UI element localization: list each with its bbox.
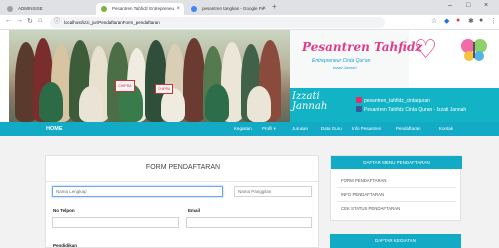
profile-icon[interactable]: ● (479, 17, 483, 24)
home-icon[interactable]: ⌂ (38, 17, 42, 24)
no-telpon-input[interactable] (52, 217, 179, 228)
butterfly-logo-icon (461, 39, 487, 61)
facebook-page[interactable]: Pesantren Tahfidz Cinta Quran - Izzati J… (356, 106, 466, 113)
nav-kontak[interactable]: Kontak (439, 122, 453, 136)
kegiatan-panel-title: DAFTAR KEGIATAN (330, 234, 461, 248)
menu-kebab-icon[interactable]: ⋮ (490, 17, 497, 25)
facebook-icon (356, 106, 362, 112)
nama-panggilan-input[interactable] (234, 186, 312, 197)
browser-tab-admin[interactable]: ADMINISSE (2, 3, 94, 15)
tab-title: Pesantren Tahfidz Entrepreneu (112, 6, 174, 11)
minimize-icon[interactable]: – (448, 2, 452, 9)
site-banner: CHIPRA CHIPRA Pesantren Tahfidz Entrepre… (0, 30, 499, 122)
site-info-icon[interactable]: ⓘ (54, 17, 60, 28)
email-input[interactable] (186, 217, 312, 228)
browser-tab-google[interactable]: pesantren tangkas - Google Pe × (186, 3, 270, 15)
favicon-icon (7, 6, 13, 12)
close-tab-icon[interactable]: × (262, 3, 266, 15)
instagram-handle[interactable]: pesantren_tahfidz_cintaquran (356, 97, 430, 104)
instagram-icon (356, 97, 362, 103)
link-cek-status[interactable]: CEK STATUS PENDAFTARAN (341, 206, 400, 211)
nav-home[interactable]: HOME (46, 122, 63, 136)
group-photo: CHIPRA CHIPRA (9, 30, 290, 122)
registration-form: FORM PENDAFTARAN No Telpon Email Pendidi… (45, 155, 320, 248)
favicon-icon (101, 6, 107, 12)
no-telpon-label: No Telpon (53, 208, 75, 213)
close-tab-icon[interactable]: × (176, 3, 180, 15)
brand-title: Pesantren Tahfidz (302, 40, 423, 54)
back-icon[interactable]: ← (5, 17, 12, 24)
extension-icon[interactable]: ● (456, 17, 460, 24)
email-label: Email (188, 208, 201, 213)
browser-toolbar: ← → ↻ ⌂ ⓘ localhost/izzi_jur/Pendaftaran… (0, 15, 499, 30)
address-bar[interactable]: ⓘ localhost/izzi_jur/PendaftaranForm_pen… (50, 17, 385, 28)
nama-lengkap-input[interactable] (52, 186, 223, 197)
new-tab-icon[interactable]: + (272, 2, 277, 11)
heart-logo-icon: ♡ (414, 34, 438, 64)
nav-profil[interactable]: Profil ▾ (262, 122, 276, 136)
maximize-icon[interactable]: □ (466, 2, 470, 9)
bookmark-star-icon[interactable]: ☆ (431, 17, 437, 25)
divider (46, 181, 320, 182)
brand-tagline-sub: Izzati Jannah (333, 65, 357, 70)
extension-icon[interactable]: ◆ (444, 17, 449, 25)
tab-title: pesantren tangkas - Google Pe (202, 6, 265, 11)
browser-tabbar: ADMINISSE Pesantren Tahfidz Entrepreneu … (0, 0, 499, 15)
forward-icon[interactable]: → (16, 17, 23, 24)
url-text: localhost/izzi_jur/PendaftaranForm_penda… (64, 20, 160, 25)
nav-kegiatan[interactable]: Kegiatan (234, 122, 252, 136)
brand-tagline: Entrepreneur Cinta Qur'an (312, 58, 371, 64)
nav-info-pesantren[interactable]: Info Pesantren (352, 122, 381, 136)
tab-title: ADMINISSE (18, 6, 43, 11)
browser-tab-pesantren[interactable]: Pesantren Tahfidz Entrepreneu × (96, 3, 184, 15)
main-content: FORM PENDAFTARAN No Telpon Email Pendidi… (0, 136, 499, 248)
menu-title: DAFTAR MENU PENDAFTARAN (331, 156, 462, 169)
izzati-jannah-logo: Izzati Jannah (292, 91, 328, 112)
registration-menu: DAFTAR MENU PENDAFTARAN FORM PENDAFTARAN… (330, 155, 462, 221)
form-title: FORM PENDAFTARAN (145, 164, 221, 171)
close-window-icon[interactable]: × (484, 2, 488, 9)
divider (337, 201, 456, 202)
link-form-pendaftaran[interactable]: FORM PENDAFTARAN (341, 178, 387, 183)
google-favicon-icon (191, 6, 197, 12)
banner-sign: CHIPRA (155, 84, 173, 94)
nav-pendaftaran[interactable]: Pendaftaran (396, 122, 421, 136)
reload-icon[interactable]: ↻ (27, 17, 33, 25)
main-navbar: HOME Kegiatan Profil ▾ Jurusan Data Guru… (0, 122, 499, 136)
pendidikan-label: Pendidikan (53, 243, 78, 248)
nav-jurusan[interactable]: Jurusan (292, 122, 308, 136)
banner-sign: CHIPRA (115, 80, 135, 92)
nav-data-guru[interactable]: Data Guru (321, 122, 342, 136)
extensions-puzzle-icon[interactable]: ✱ (468, 17, 474, 25)
divider (337, 187, 456, 188)
link-info-pendaftaran[interactable]: INFO PENDAFTARAN (341, 192, 384, 197)
